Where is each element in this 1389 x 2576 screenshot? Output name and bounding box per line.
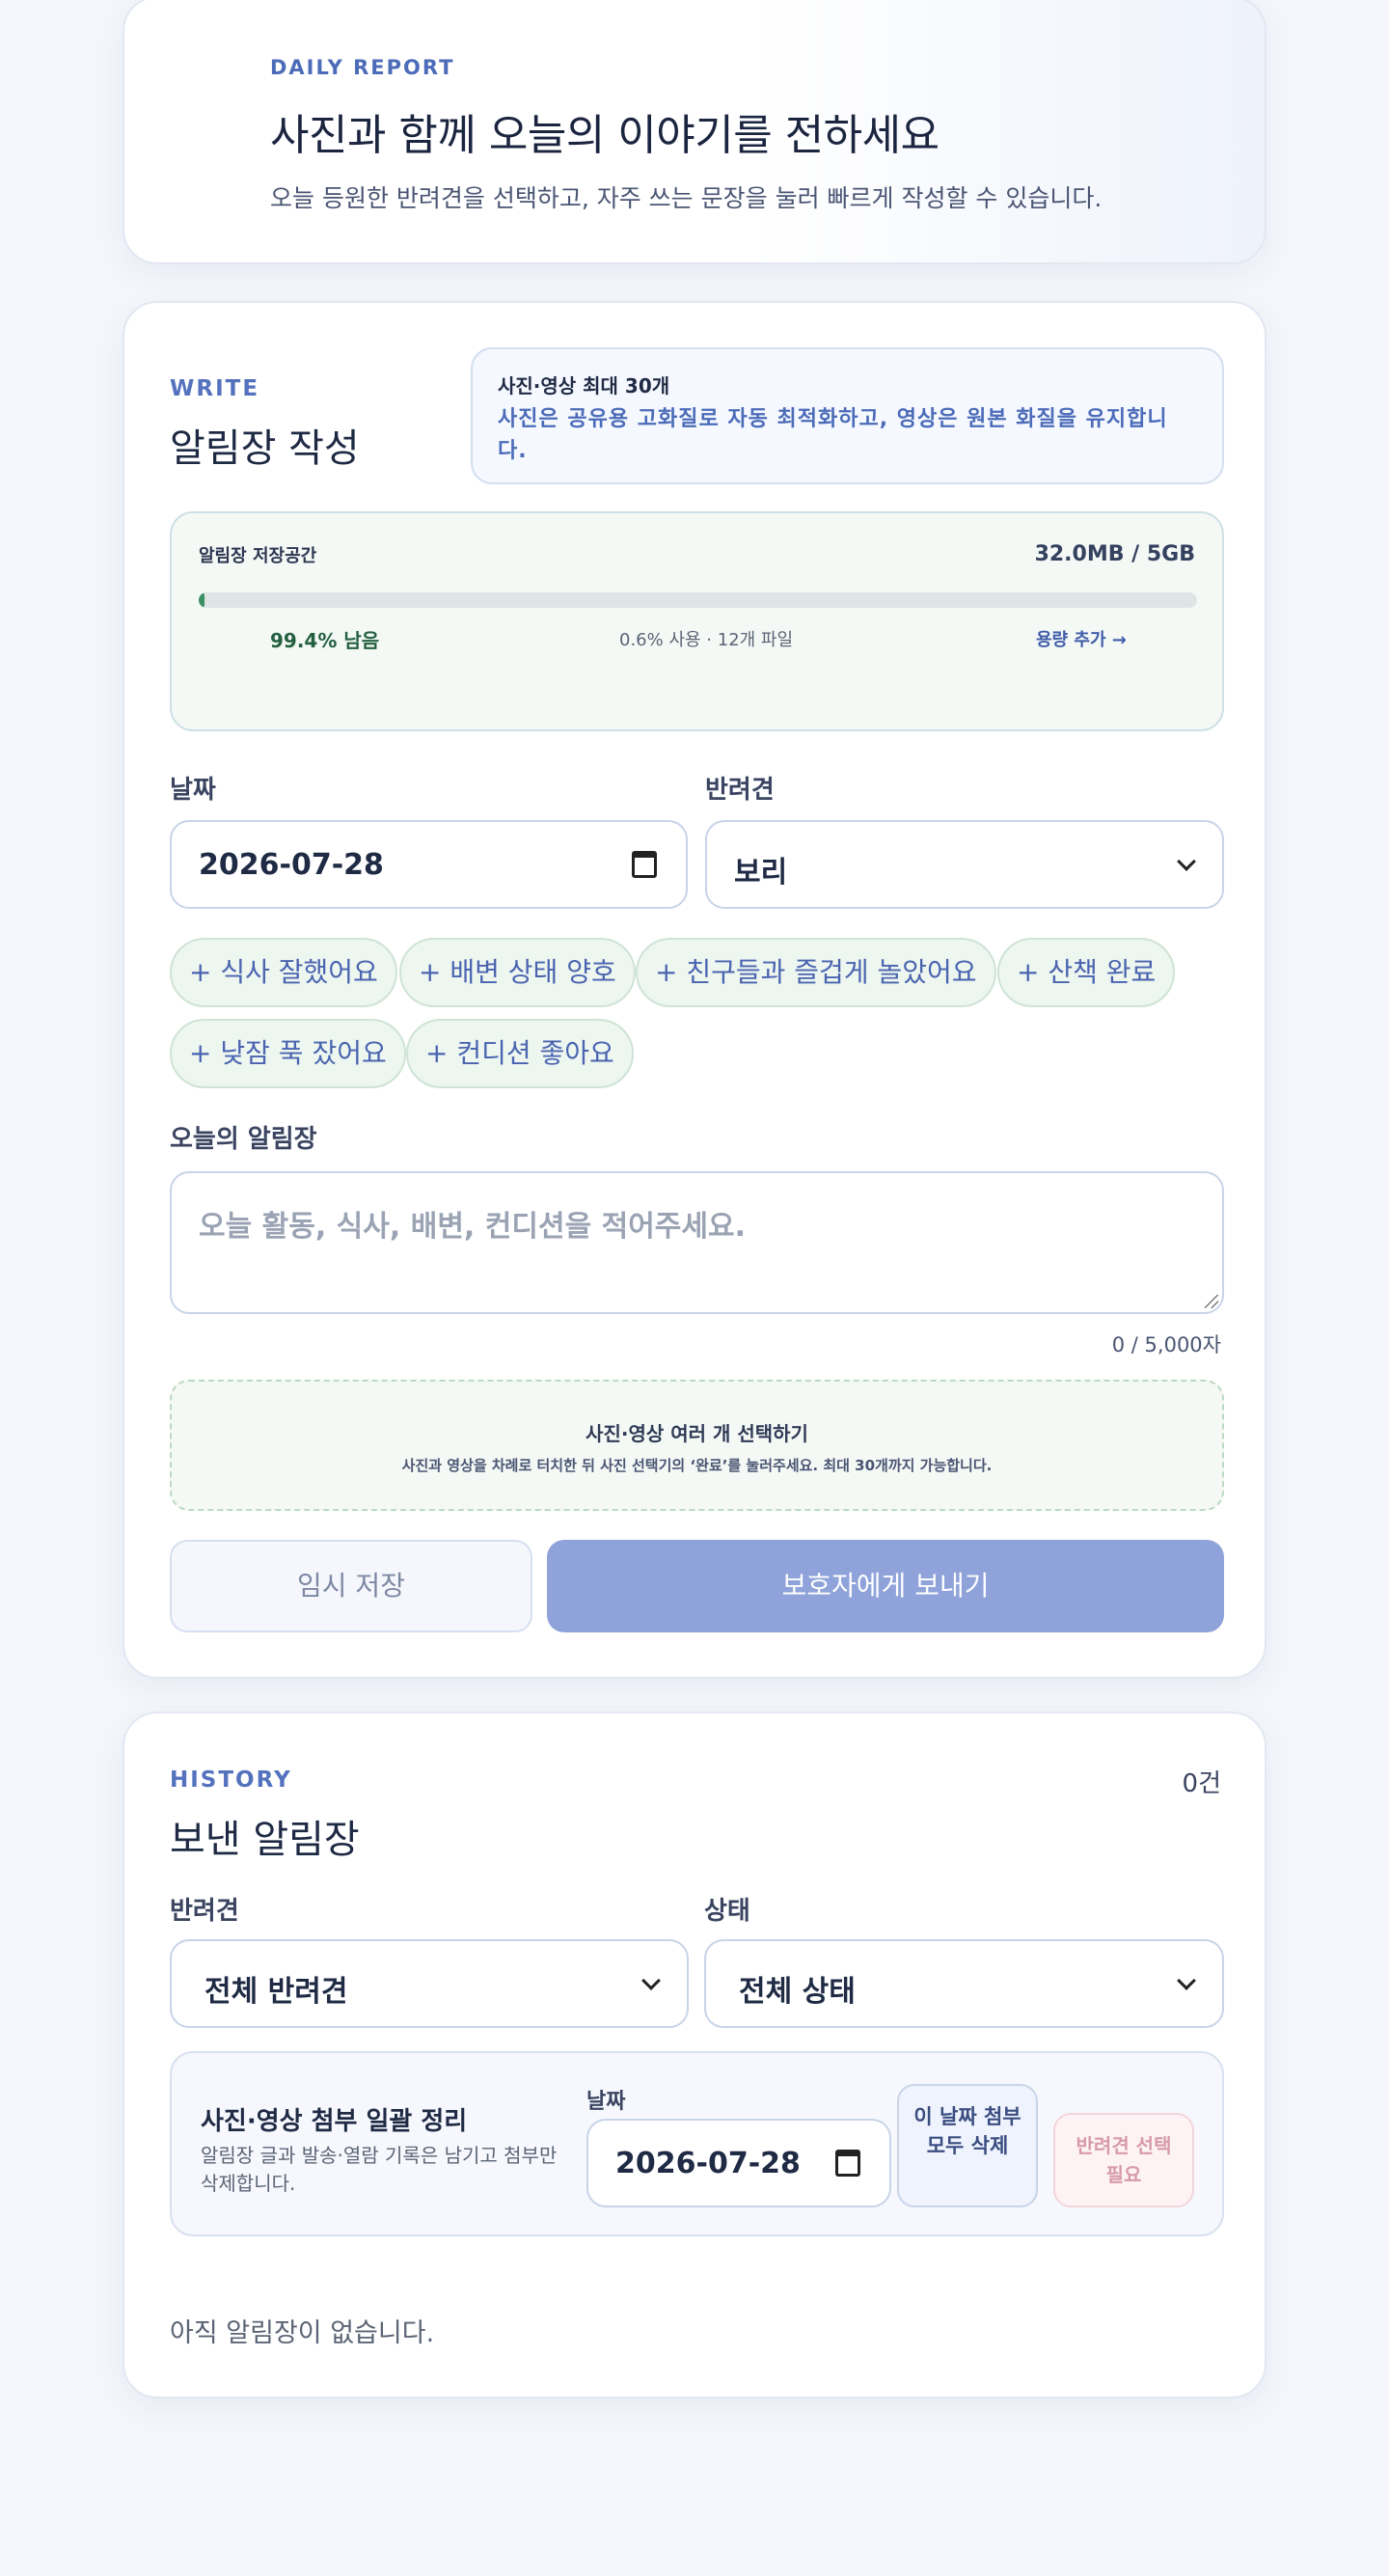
status-filter-value: 전체 상태 [739, 1975, 856, 2009]
bulk-title: 사진·영상 첨부 일괄 정리 [201, 2107, 468, 2136]
dog-select[interactable]: 보리 [705, 820, 1224, 909]
history-eyebrow: HISTORY [170, 1768, 292, 1793]
hero-subtitle: 오늘 등원한 반려견을 선택하고, 자주 쓰는 문장을 눌러 빠르게 작성할 수… [270, 184, 1103, 212]
chevron-down-icon [1177, 852, 1196, 871]
bulk-date-value: 2026-07-28 [615, 2147, 801, 2180]
date-value: 2026-07-28 [199, 848, 384, 882]
bulk-description: 알림장 글과 발송·열람 기록은 남기고 첨부만 삭제합니다. [201, 2144, 558, 2195]
char-counter: 0 / 5,000자 [1111, 1333, 1221, 1357]
storage-panel: 알림장 저장공간 32.0MB / 5GB 99.4% 남음 0.6% 사용 ·… [170, 511, 1224, 731]
phrase-chip[interactable]: + 컨디션 좋아요 [406, 1019, 634, 1088]
media-limit-notice: 사진·영상 최대 30개 사진은 공유용 고화질로 자동 최적화하고, 영상은 … [471, 347, 1224, 484]
note-label: 오늘의 알림장 [170, 1125, 317, 1154]
storage-progress-fill [199, 592, 205, 608]
upload-title: 사진·영상 여러 개 선택하기 [586, 1422, 808, 1445]
hero-title: 사진과 함께 오늘의 이야기를 전하세요 [270, 111, 940, 160]
dog-value: 보리 [734, 856, 788, 890]
note-textarea[interactable]: 오늘 활동, 식사, 배변, 컨디션을 적어주세요. [170, 1171, 1224, 1314]
hero-card: DAILY REPORT 사진과 함께 오늘의 이야기를 전하세요 오늘 등원한… [123, 0, 1266, 264]
empty-state: 아직 알림장이 없습니다. [170, 2318, 435, 2348]
calendar-icon[interactable] [835, 2150, 860, 2177]
history-count: 0건 [1182, 1769, 1221, 1798]
bulk-attachment-cleanup: 사진·영상 첨부 일괄 정리 알림장 글과 발송·열람 기록은 남기고 첨부만 … [170, 2051, 1224, 2236]
storage-usage: 0.6% 사용 · 12개 파일 [619, 630, 794, 650]
send-to-guardian-button[interactable]: 보호자에게 보내기 [547, 1540, 1224, 1632]
chevron-down-icon [1177, 1971, 1196, 1990]
storage-total: 32.0MB / 5GB [1034, 542, 1195, 566]
delete-date-attachments-button[interactable]: 이 날짜 첨부 모두 삭제 [897, 2084, 1038, 2207]
note-placeholder: 오늘 활동, 식사, 배변, 컨디션을 적어주세요. [199, 1210, 747, 1244]
dog-label: 반려견 [705, 776, 775, 805]
history-title: 보낸 알림장 [170, 1818, 360, 1862]
dog-filter-label: 반려견 [170, 1897, 239, 1926]
storage-label: 알림장 저장공간 [199, 546, 317, 566]
media-upload-dropzone[interactable]: 사진·영상 여러 개 선택하기 사진과 영상을 차례로 터치한 뒤 사진 선택기… [170, 1380, 1224, 1511]
upload-subtitle: 사진과 영상을 차례로 터치한 뒤 사진 선택기의 ‘완료’를 눌러주세요. 최… [401, 1457, 993, 1474]
select-dog-required-button[interactable]: 반려견 선택 필요 [1053, 2113, 1194, 2207]
bulk-date-input[interactable]: 2026-07-28 [586, 2119, 891, 2207]
history-card: HISTORY 0건 보낸 알림장 반려견 전체 반려견 상태 전체 상태 사진… [123, 1712, 1266, 2398]
dog-filter-select[interactable]: 전체 반려견 [170, 1939, 689, 2028]
dog-filter-value: 전체 반려견 [204, 1975, 348, 2009]
date-label: 날짜 [170, 776, 216, 805]
calendar-icon[interactable] [632, 851, 657, 878]
status-filter-select[interactable]: 전체 상태 [704, 1939, 1224, 2028]
write-card: WRITE 알림장 작성 사진·영상 최대 30개 사진은 공유용 고화질로 자… [123, 301, 1266, 1679]
write-eyebrow: WRITE [170, 376, 260, 401]
write-title: 알림장 작성 [170, 426, 360, 471]
phrase-chip[interactable]: + 친구들과 즐겁게 놀았어요 [636, 938, 996, 1007]
notice-body: 사진은 공유용 고화질로 자동 최적화하고, 영상은 원본 화질을 유지합니다. [498, 407, 1168, 463]
bulk-date-label: 날짜 [586, 2090, 626, 2114]
add-storage-link[interactable]: 용량 추가 → [1036, 626, 1127, 651]
storage-progress-bar [199, 592, 1197, 608]
chevron-down-icon [641, 1971, 661, 1990]
hero-eyebrow: DAILY REPORT [270, 56, 455, 79]
phrase-chip[interactable]: + 식사 잘했어요 [170, 938, 397, 1007]
date-input[interactable]: 2026-07-28 [170, 820, 688, 909]
resize-handle-icon[interactable] [1205, 1295, 1218, 1308]
status-filter-label: 상태 [704, 1897, 750, 1926]
phrase-chip[interactable]: + 산책 완료 [997, 938, 1176, 1007]
save-draft-button[interactable]: 임시 저장 [170, 1540, 532, 1632]
phrase-chip[interactable]: + 낮잠 푹 잤어요 [170, 1019, 406, 1088]
storage-remaining: 99.4% 남음 [270, 629, 380, 652]
phrase-chip[interactable]: + 배변 상태 양호 [399, 938, 636, 1007]
notice-title: 사진·영상 최대 30개 [498, 374, 670, 397]
